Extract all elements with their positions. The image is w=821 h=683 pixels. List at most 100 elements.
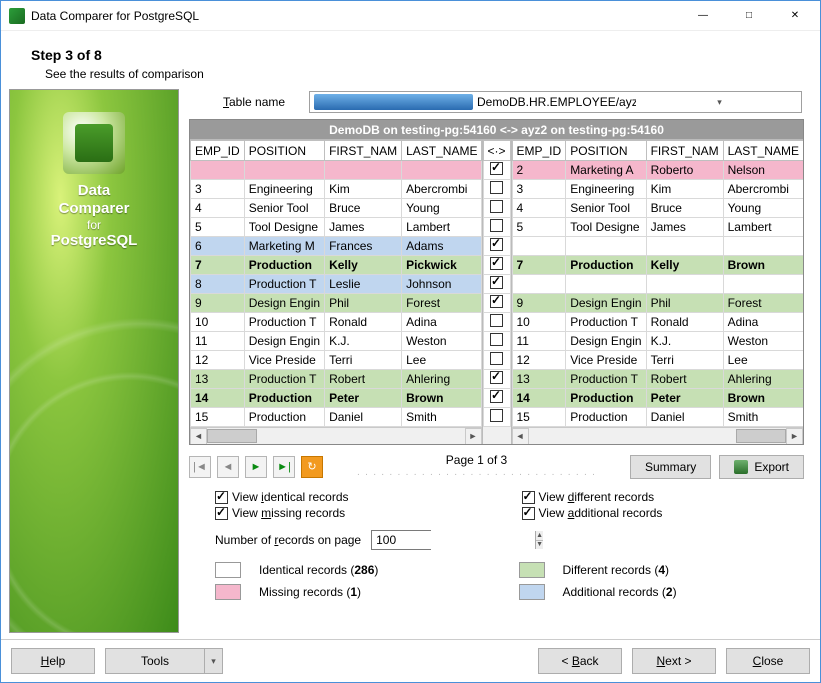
column-header[interactable]: LAST_NAME	[723, 141, 803, 161]
table-row[interactable]	[512, 275, 803, 294]
select-row[interactable]	[483, 313, 510, 332]
table-row[interactable]: 5Tool DesigneJamesLambertM	[191, 218, 482, 237]
row-checkbox[interactable]	[490, 238, 503, 251]
select-row[interactable]	[483, 389, 510, 408]
select-row[interactable]	[483, 237, 510, 256]
minimize-button[interactable]: —	[680, 1, 726, 31]
table-row[interactable]: 4Senior ToolBruceYoungM	[512, 199, 803, 218]
table-row[interactable]: 12Vice PresideTerriLeeM	[512, 351, 803, 370]
select-row[interactable]	[483, 161, 510, 180]
left-grid[interactable]: EMP_IDPOSITIONFIRST_NAMLAST_NAMEGEND3Eng…	[190, 140, 482, 427]
table-row[interactable]: 15ProductionDanielSmithM	[191, 408, 482, 427]
export-button[interactable]: Export	[719, 455, 804, 479]
records-per-page-input[interactable]: ▲ ▼	[371, 530, 431, 550]
refresh-button[interactable]: ↻	[301, 456, 323, 478]
select-row[interactable]	[483, 408, 510, 427]
tools-button[interactable]: Tools	[105, 648, 205, 674]
row-checkbox[interactable]	[490, 257, 503, 270]
row-checkbox[interactable]	[490, 181, 503, 194]
back-button[interactable]: < Back	[538, 648, 622, 674]
summary-button[interactable]: Summary	[630, 455, 711, 479]
table-row[interactable]: 8Production TLeslieJohnsonF	[191, 275, 482, 294]
table-row[interactable]: 7ProductionKellyPickwickF	[191, 256, 482, 275]
select-header[interactable]: <·>	[483, 141, 510, 161]
records-per-page-value[interactable]	[372, 531, 535, 549]
table-row[interactable]: 10Production TRonaldAdinaM	[512, 313, 803, 332]
table-row[interactable]: 12Vice PresideTerriLeeM	[191, 351, 482, 370]
column-header[interactable]: POSITION	[244, 141, 324, 161]
table-row[interactable]	[512, 237, 803, 256]
row-checkbox[interactable]	[490, 314, 503, 327]
table-row[interactable]: 13Production TRobertAhleringM	[191, 370, 482, 389]
close-button[interactable]: Close	[726, 648, 810, 674]
next-page-button[interactable]: ►	[245, 456, 267, 478]
select-row[interactable]	[483, 256, 510, 275]
table-row[interactable]: 14ProductionPeterBrownM	[512, 389, 803, 408]
table-row[interactable]: 14ProductionPeterBrownM	[191, 389, 482, 408]
close-window-button[interactable]: ✕	[772, 1, 818, 31]
row-checkbox[interactable]	[490, 200, 503, 213]
right-horizontal-scrollbar[interactable]: ◄ ►	[512, 427, 804, 444]
table-row[interactable]: 11Design EnginK.J.WestonM	[191, 332, 482, 351]
scroll-left-icon[interactable]: ◄	[190, 428, 207, 445]
table-name-combo[interactable]: DemoDB.HR.EMPLOYEE/ayz2.HR.EMPLOYEE ▾	[309, 91, 802, 113]
view-missing-checkbox[interactable]: View missing records	[215, 506, 498, 520]
scroll-right-icon[interactable]: ►	[786, 428, 803, 445]
resize-grip-icon[interactable]: · · · · · · · · · · · · · · · · · · · · …	[331, 469, 622, 480]
table-row[interactable]: 15ProductionDanielSmithM	[512, 408, 803, 427]
last-page-button[interactable]: ►|	[273, 456, 295, 478]
prev-page-button[interactable]: ◄	[217, 456, 239, 478]
spin-down-icon[interactable]: ▼	[536, 541, 543, 550]
maximize-button[interactable]: □	[726, 1, 772, 31]
table-row[interactable]: 9Design EnginPhilForestM	[512, 294, 803, 313]
table-row[interactable]: 10Production TRonaldAdinaM	[191, 313, 482, 332]
table-row[interactable]: 2Marketing ARobertoNelsonM	[512, 161, 803, 180]
row-checkbox[interactable]	[490, 352, 503, 365]
select-row[interactable]	[483, 294, 510, 313]
help-button[interactable]: Help	[11, 648, 95, 674]
table-row[interactable]: 13Production TRobertAhleringM	[512, 370, 803, 389]
column-header[interactable]: FIRST_NAM	[325, 141, 402, 161]
table-row[interactable]: 3EngineeringKimAbercrombiM	[191, 180, 482, 199]
left-horizontal-scrollbar[interactable]: ◄ ►	[190, 427, 482, 444]
select-row[interactable]	[483, 199, 510, 218]
table-row[interactable]: 3EngineeringKimAbercrombiM	[512, 180, 803, 199]
row-checkbox[interactable]	[490, 409, 503, 422]
row-checkbox[interactable]	[490, 333, 503, 346]
right-grid[interactable]: EMP_IDPOSITIONFIRST_NAMLAST_NAMEGE2Marke…	[512, 140, 804, 427]
row-checkbox[interactable]	[490, 390, 503, 403]
next-button[interactable]: Next >	[632, 648, 716, 674]
table-row[interactable]: 4Senior ToolBruceYoungM	[191, 199, 482, 218]
column-header[interactable]: EMP_ID	[191, 141, 245, 161]
scroll-left-icon[interactable]: ◄	[512, 428, 529, 445]
select-row[interactable]	[483, 218, 510, 237]
select-row[interactable]	[483, 351, 510, 370]
view-additional-checkbox[interactable]: View additional records	[522, 506, 805, 520]
first-page-button[interactable]: |◄	[189, 456, 211, 478]
column-header[interactable]: FIRST_NAM	[646, 141, 723, 161]
table-row[interactable]	[191, 161, 482, 180]
select-row[interactable]	[483, 332, 510, 351]
column-header[interactable]: LAST_NAME	[402, 141, 482, 161]
table-row[interactable]: 5Tool DesigneJamesLambertM	[512, 218, 803, 237]
table-row[interactable]: 11Design EnginK.J.WestonM	[512, 332, 803, 351]
select-row[interactable]	[483, 180, 510, 199]
row-checkbox[interactable]	[490, 276, 503, 289]
row-checkbox[interactable]	[490, 219, 503, 232]
select-row[interactable]	[483, 370, 510, 389]
table-row[interactable]: 6Marketing MFrancesAdamsM	[191, 237, 482, 256]
table-row[interactable]: 9Design EnginPhilForestM	[191, 294, 482, 313]
row-checkbox[interactable]	[490, 371, 503, 384]
row-checkbox[interactable]	[490, 295, 503, 308]
view-identical-checkbox[interactable]: View identical records	[215, 490, 498, 504]
select-column[interactable]: <·>	[482, 140, 512, 427]
tools-dropdown-button[interactable]: ▾	[205, 648, 223, 674]
view-different-checkbox[interactable]: View different records	[522, 490, 805, 504]
chevron-down-icon[interactable]: ▾	[640, 93, 799, 111]
column-header[interactable]: EMP_ID	[512, 141, 566, 161]
select-row[interactable]	[483, 275, 510, 294]
row-checkbox[interactable]	[490, 162, 503, 175]
spin-up-icon[interactable]: ▲	[536, 531, 543, 541]
table-row[interactable]: 7ProductionKellyBrownF	[512, 256, 803, 275]
column-header[interactable]: POSITION	[566, 141, 646, 161]
